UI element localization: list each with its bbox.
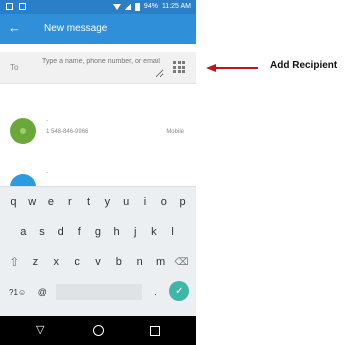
- wifi-icon: [112, 3, 121, 10]
- keyboard-row-3: ⇧ z x c v b n m ⌫: [0, 251, 196, 277]
- to-label: To: [10, 63, 19, 72]
- phone-screen: 94% 11:25 AM ← New message To - 1 548-84…: [0, 0, 196, 345]
- key-m[interactable]: m: [152, 251, 169, 273]
- key-w[interactable]: w: [24, 191, 41, 213]
- symbols-key[interactable]: ?1☺: [7, 281, 29, 303]
- shift-key-icon[interactable]: ⇧: [6, 251, 23, 273]
- key-p[interactable]: p: [174, 191, 191, 213]
- key-g[interactable]: g: [89, 221, 106, 243]
- annotation-arrow-icon: [206, 64, 258, 72]
- key-x[interactable]: x: [48, 251, 65, 273]
- contact-name: -: [46, 170, 48, 176]
- key-z[interactable]: z: [27, 251, 44, 273]
- key-period[interactable]: .: [147, 281, 164, 303]
- app-bar: ← New message: [0, 14, 196, 44]
- contact-name: -: [46, 118, 48, 124]
- key-s[interactable]: s: [33, 221, 50, 243]
- keyboard-row-2: a s d f g h j k l: [0, 221, 196, 247]
- key-j[interactable]: j: [127, 221, 144, 243]
- nav-recents-icon[interactable]: [150, 326, 160, 336]
- key-n[interactable]: n: [131, 251, 148, 273]
- on-screen-keyboard: q w e r t y u i o p a s d f g h j k l ⇧ …: [0, 186, 196, 316]
- notification-icons: [6, 3, 26, 10]
- contact-avatar: [10, 118, 36, 144]
- key-d[interactable]: d: [52, 221, 69, 243]
- key-q[interactable]: q: [5, 191, 22, 213]
- nav-home-icon[interactable]: [93, 325, 104, 336]
- key-v[interactable]: v: [89, 251, 106, 273]
- key-l[interactable]: l: [164, 221, 181, 243]
- annotation-label: Add Recipient: [270, 60, 338, 71]
- status-indicators: 94% 11:25 AM: [112, 2, 191, 11]
- key-at[interactable]: @: [34, 281, 51, 303]
- battery-icon: [134, 2, 140, 11]
- key-f[interactable]: f: [71, 221, 88, 243]
- key-e[interactable]: e: [42, 191, 59, 213]
- battery-level: 94%: [143, 3, 158, 10]
- nav-back-icon[interactable]: ▽: [36, 324, 44, 337]
- key-y[interactable]: y: [99, 191, 116, 213]
- page-title: New message: [44, 23, 108, 34]
- notification-icon: [6, 3, 13, 10]
- contact-number-type: Mobile: [166, 129, 184, 135]
- key-o[interactable]: o: [155, 191, 172, 213]
- status-time: 11:25 AM: [161, 3, 191, 10]
- backspace-key-icon[interactable]: ⌫: [173, 251, 190, 273]
- key-a[interactable]: a: [15, 221, 32, 243]
- key-u[interactable]: u: [118, 191, 135, 213]
- key-c[interactable]: c: [69, 251, 86, 273]
- key-t[interactable]: t: [80, 191, 97, 213]
- keyboard-row-4: ?1☺ @ . ✓: [0, 281, 196, 307]
- back-arrow-icon[interactable]: ←: [8, 20, 21, 36]
- status-bar: 94% 11:25 AM: [0, 0, 196, 14]
- key-b[interactable]: b: [110, 251, 127, 273]
- keyboard-row-1: q w e r t y u i o p: [0, 191, 196, 217]
- image-notification-icon: [19, 3, 26, 10]
- enter-check-icon[interactable]: ✓: [169, 281, 190, 301]
- recipient-input[interactable]: [42, 58, 164, 78]
- space-key[interactable]: [55, 284, 142, 300]
- signal-icon: [124, 3, 131, 10]
- contact-list-item[interactable]: - 1 548-846-9966 Mobile: [0, 112, 196, 146]
- key-r[interactable]: r: [61, 191, 78, 213]
- navigation-bar: ▽: [0, 316, 196, 345]
- key-h[interactable]: h: [108, 221, 125, 243]
- dialpad-icon[interactable]: [173, 61, 185, 73]
- recipient-row: To: [0, 52, 196, 84]
- key-k[interactable]: k: [145, 221, 162, 243]
- contact-number: 1 548-846-9966: [46, 129, 89, 135]
- key-i[interactable]: i: [136, 191, 153, 213]
